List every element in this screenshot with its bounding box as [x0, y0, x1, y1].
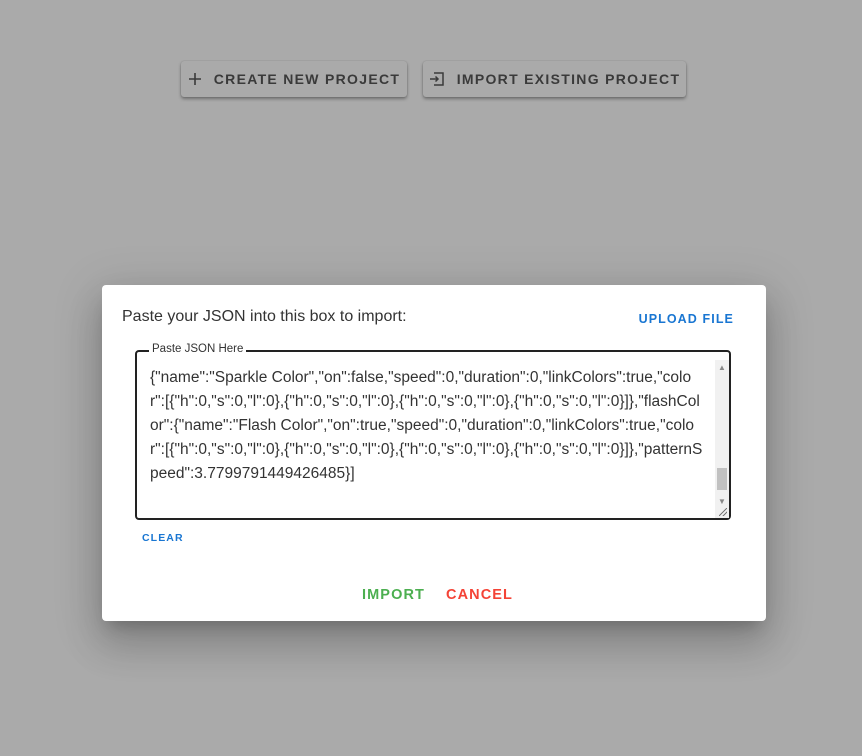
dialog-title: Paste your JSON into this box to import: [122, 308, 407, 325]
import-existing-project-button[interactable]: IMPORT EXISTING PROJECT [423, 61, 686, 97]
scroll-up-arrow-icon[interactable]: ▲ [715, 360, 729, 374]
resize-grip-icon[interactable] [719, 508, 727, 516]
clear-button[interactable]: CLEAR [142, 532, 184, 544]
import-button[interactable]: IMPORT [362, 587, 425, 603]
import-existing-project-label: IMPORT EXISTING PROJECT [456, 71, 681, 87]
plus-icon [188, 72, 202, 86]
json-textarea[interactable]: {"name":"Sparkle Color","on":false,"spee… [150, 366, 706, 514]
login-icon [429, 72, 445, 86]
scroll-thumb[interactable] [717, 468, 727, 490]
json-field-label: Paste JSON Here [149, 343, 247, 355]
create-new-project-label: CREATE NEW PROJECT [213, 71, 401, 87]
import-dialog: Paste your JSON into this box to import:… [102, 285, 766, 621]
upload-file-button[interactable]: UPLOAD FILE [639, 312, 734, 326]
textarea-scrollbar[interactable]: ▲ ▼ [715, 360, 729, 518]
json-field: Paste JSON Here {"name":"Sparkle Color",… [135, 343, 731, 520]
cancel-button[interactable]: CANCEL [446, 587, 513, 603]
scroll-down-arrow-icon[interactable]: ▼ [715, 494, 729, 508]
create-new-project-button[interactable]: CREATE NEW PROJECT [181, 61, 407, 97]
